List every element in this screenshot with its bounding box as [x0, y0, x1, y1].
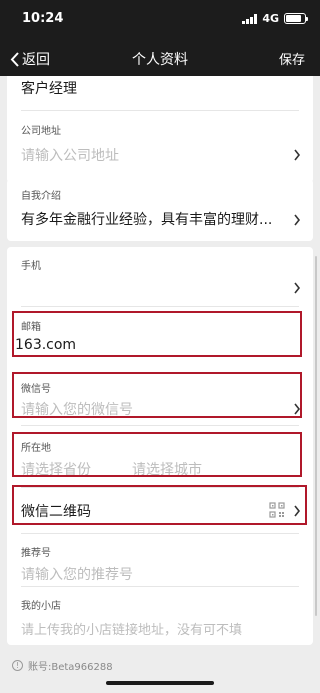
- position-row[interactable]: 客户经理: [7, 76, 313, 110]
- divider: [21, 306, 299, 307]
- company-address-row[interactable]: 公司地址 请输入公司地址: [7, 111, 313, 183]
- page-title: 个人资料: [132, 52, 188, 68]
- footer: ! 账号:Beta966288: [0, 645, 320, 693]
- company-address-label: 公司地址: [21, 126, 61, 137]
- network-type: 4G: [262, 12, 279, 25]
- battery-icon: [284, 13, 308, 24]
- chevron-right-icon: [294, 214, 301, 226]
- shop-input[interactable]: 请上传我的小店链接地址，没有可不填: [21, 619, 242, 638]
- account-info: ! 账号:Beta966288: [12, 658, 113, 673]
- home-indicator[interactable]: [106, 681, 214, 685]
- phone-row[interactable]: 手机: [7, 247, 313, 307]
- email-highlight: [12, 311, 302, 357]
- status-time: 10:24: [22, 11, 64, 26]
- referral-row[interactable]: 推荐号 请输入您的推荐号: [7, 534, 313, 586]
- qrcode-highlight: [12, 485, 307, 525]
- intro-value: 有多年金融行业经验，具有丰富的理财...: [21, 212, 273, 228]
- divider: [21, 425, 299, 426]
- save-button[interactable]: 保存: [279, 49, 305, 68]
- scrollbar[interactable]: [315, 256, 317, 616]
- nav-bar: 返回 个人资料 保存: [0, 40, 320, 76]
- info-icon: !: [12, 660, 23, 671]
- shop-label: 我的小店: [21, 601, 61, 612]
- work-info-card: 客户经理 公司地址 请输入公司地址: [7, 76, 313, 183]
- location-highlight: [12, 432, 302, 477]
- profile-form[interactable]: 客户经理 公司地址 请输入公司地址 自我介绍 有多年金融行业经验，具有丰富的理财…: [0, 76, 320, 693]
- intro-card: 自我介绍 有多年金融行业经验，具有丰富的理财...: [7, 179, 313, 241]
- status-icons: 4G: [242, 12, 308, 25]
- phone-label: 手机: [21, 261, 41, 272]
- company-address-input[interactable]: 请输入公司地址: [21, 145, 119, 165]
- position-value: 客户经理: [21, 81, 77, 97]
- status-bar: 10:24 4G: [0, 0, 320, 40]
- chevron-right-icon: [294, 282, 301, 294]
- referral-input[interactable]: 请输入您的推荐号: [21, 564, 133, 584]
- chevron-right-icon: [294, 149, 301, 161]
- shop-row[interactable]: 我的小店 请上传我的小店链接地址，没有可不填: [7, 587, 313, 645]
- account-text: 账号:Beta966288: [28, 662, 113, 673]
- referral-label: 推荐号: [21, 548, 51, 559]
- wechat-highlight: [12, 372, 302, 418]
- signal-icon: [242, 13, 258, 24]
- intro-label: 自我介绍: [21, 191, 61, 202]
- intro-row[interactable]: 自我介绍 有多年金融行业经验，具有丰富的理财...: [7, 179, 313, 241]
